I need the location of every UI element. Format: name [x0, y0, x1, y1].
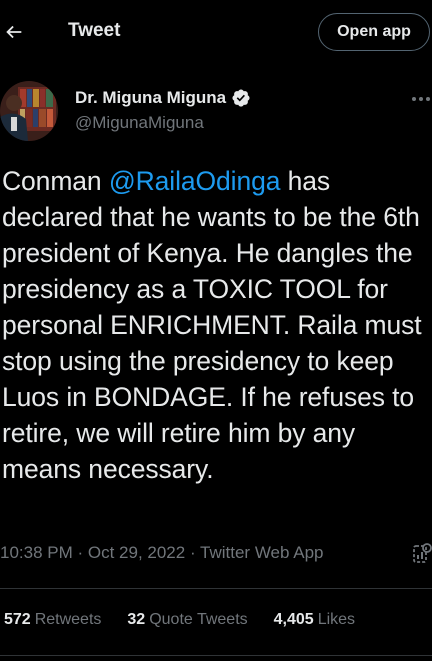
tweet-text-rest: has declared that he wants to be the 6th…: [2, 166, 422, 484]
open-app-button[interactable]: Open app: [318, 13, 430, 51]
top-bar: Tweet Open app: [0, 0, 432, 66]
quotes-count: 32: [127, 611, 146, 628]
author-name-text: Dr. Miguna Miguna: [75, 88, 227, 107]
tweet-meta: 10:38 PM · Oct 29, 2022 · Twitter Web Ap…: [0, 543, 324, 563]
author-name[interactable]: Dr. Miguna Miguna: [75, 88, 251, 108]
tweet-date[interactable]: Oct 29, 2022: [88, 543, 185, 562]
tweet-time[interactable]: 10:38 PM: [0, 543, 73, 562]
divider: [0, 588, 432, 589]
more-options-button[interactable]: [412, 92, 432, 106]
tweet-source[interactable]: Twitter Web App: [200, 543, 323, 562]
likes-count: 4,405: [273, 611, 314, 628]
likes-stat[interactable]: 4,405 Likes: [274, 611, 355, 629]
back-button[interactable]: [0, 16, 28, 48]
author-handle[interactable]: @MigunaMiguna: [75, 113, 204, 133]
analytics-icon[interactable]: [412, 542, 432, 566]
verified-badge-icon: [232, 89, 250, 107]
meta-separator: ·: [185, 543, 201, 562]
more-dot-icon: [426, 97, 430, 101]
quotes-label: Quote Tweets: [149, 611, 248, 628]
divider: [0, 655, 432, 656]
retweets-count: 572: [4, 611, 31, 628]
mention-link[interactable]: @RailaOdinga: [109, 166, 281, 196]
page-title: Tweet: [68, 20, 121, 41]
tweet-stats: 572 Retweets 32 Quote Tweets 4,405 Likes: [4, 611, 355, 629]
avatar-image: [0, 81, 58, 141]
likes-label: Likes: [317, 611, 356, 628]
meta-separator: ·: [72, 543, 88, 562]
retweets-stat[interactable]: 572 Retweets: [4, 611, 101, 629]
more-dot-icon: [412, 97, 416, 101]
tweet-text: Conman @RailaOdinga has declared that he…: [2, 163, 432, 487]
back-arrow-icon: [6, 25, 22, 39]
more-dot-icon: [419, 97, 423, 101]
retweets-label: Retweets: [34, 611, 102, 628]
quote-tweets-stat[interactable]: 32 Quote Tweets: [127, 611, 247, 629]
avatar[interactable]: [0, 81, 58, 141]
tweet-text-start: Conman: [2, 166, 109, 196]
